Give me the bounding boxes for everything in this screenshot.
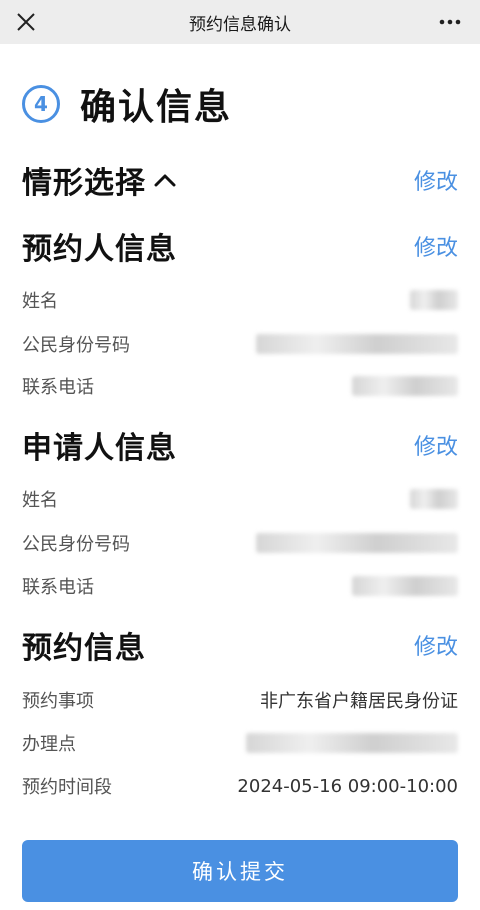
field-label: 姓名	[22, 291, 58, 312]
redacted-value	[410, 290, 458, 310]
appointment-location-row: 办理点	[22, 728, 458, 758]
applicant-name-row: 姓名	[22, 484, 458, 514]
field-label: 公民身份号码	[22, 335, 130, 356]
applicant-section-header: 申请人信息 修改	[22, 423, 458, 467]
field-value: 非广东省户籍居民身份证	[260, 691, 458, 712]
booker-edit-link[interactable]: 修改	[414, 230, 458, 262]
appointment-section-header: 预约信息 修改	[22, 623, 458, 667]
redacted-value	[352, 376, 458, 396]
field-label: 预约事项	[22, 691, 94, 712]
field-value: 2024-05-16 09:00-10:00	[237, 775, 458, 797]
more-dots-icon[interactable]	[430, 4, 470, 40]
booker-phone-row: 联系电话	[22, 371, 458, 401]
situation-section-header: 情形选择 修改	[22, 158, 458, 202]
redacted-value	[256, 334, 458, 354]
booker-id-row: 公民身份号码	[22, 329, 458, 359]
applicant-phone-row: 联系电话	[22, 571, 458, 601]
nav-bar: 预约信息确认	[0, 0, 480, 44]
redacted-value	[352, 576, 458, 596]
field-label: 预约时间段	[22, 777, 112, 798]
appointment-edit-link[interactable]: 修改	[414, 629, 458, 661]
redacted-value	[410, 489, 458, 509]
field-label: 联系电话	[22, 377, 94, 398]
field-label: 办理点	[22, 734, 76, 755]
situation-edit-link[interactable]: 修改	[414, 164, 458, 196]
submit-button[interactable]: 确认提交	[22, 840, 458, 902]
booker-name-row: 姓名	[22, 285, 458, 315]
applicant-title: 申请人信息	[22, 431, 177, 466]
situation-toggle[interactable]: 情形选择	[22, 158, 176, 202]
step-header: 4 确认信息	[22, 78, 232, 130]
applicant-edit-link[interactable]: 修改	[414, 429, 458, 461]
step-title: 确认信息	[80, 87, 233, 128]
field-label: 公民身份号码	[22, 534, 130, 555]
booker-section-header: 预约人信息 修改	[22, 224, 458, 268]
step-number-badge: 4	[22, 85, 60, 123]
close-icon[interactable]	[8, 4, 44, 40]
field-label: 联系电话	[22, 577, 94, 598]
chevron-up-icon	[154, 173, 176, 187]
redacted-value	[246, 733, 458, 753]
redacted-value	[256, 533, 458, 553]
booker-title: 预约人信息	[22, 232, 177, 267]
field-label: 姓名	[22, 490, 58, 511]
applicant-id-row: 公民身份号码	[22, 528, 458, 558]
situation-title: 情形选择	[22, 166, 146, 201]
appointment-title: 预约信息	[22, 631, 146, 666]
appointment-time-row: 预约时间段 2024-05-16 09:00-10:00	[22, 771, 458, 801]
appointment-item-row: 预约事项 非广东省户籍居民身份证	[22, 685, 458, 715]
page-title: 预约信息确认	[189, 14, 291, 35]
